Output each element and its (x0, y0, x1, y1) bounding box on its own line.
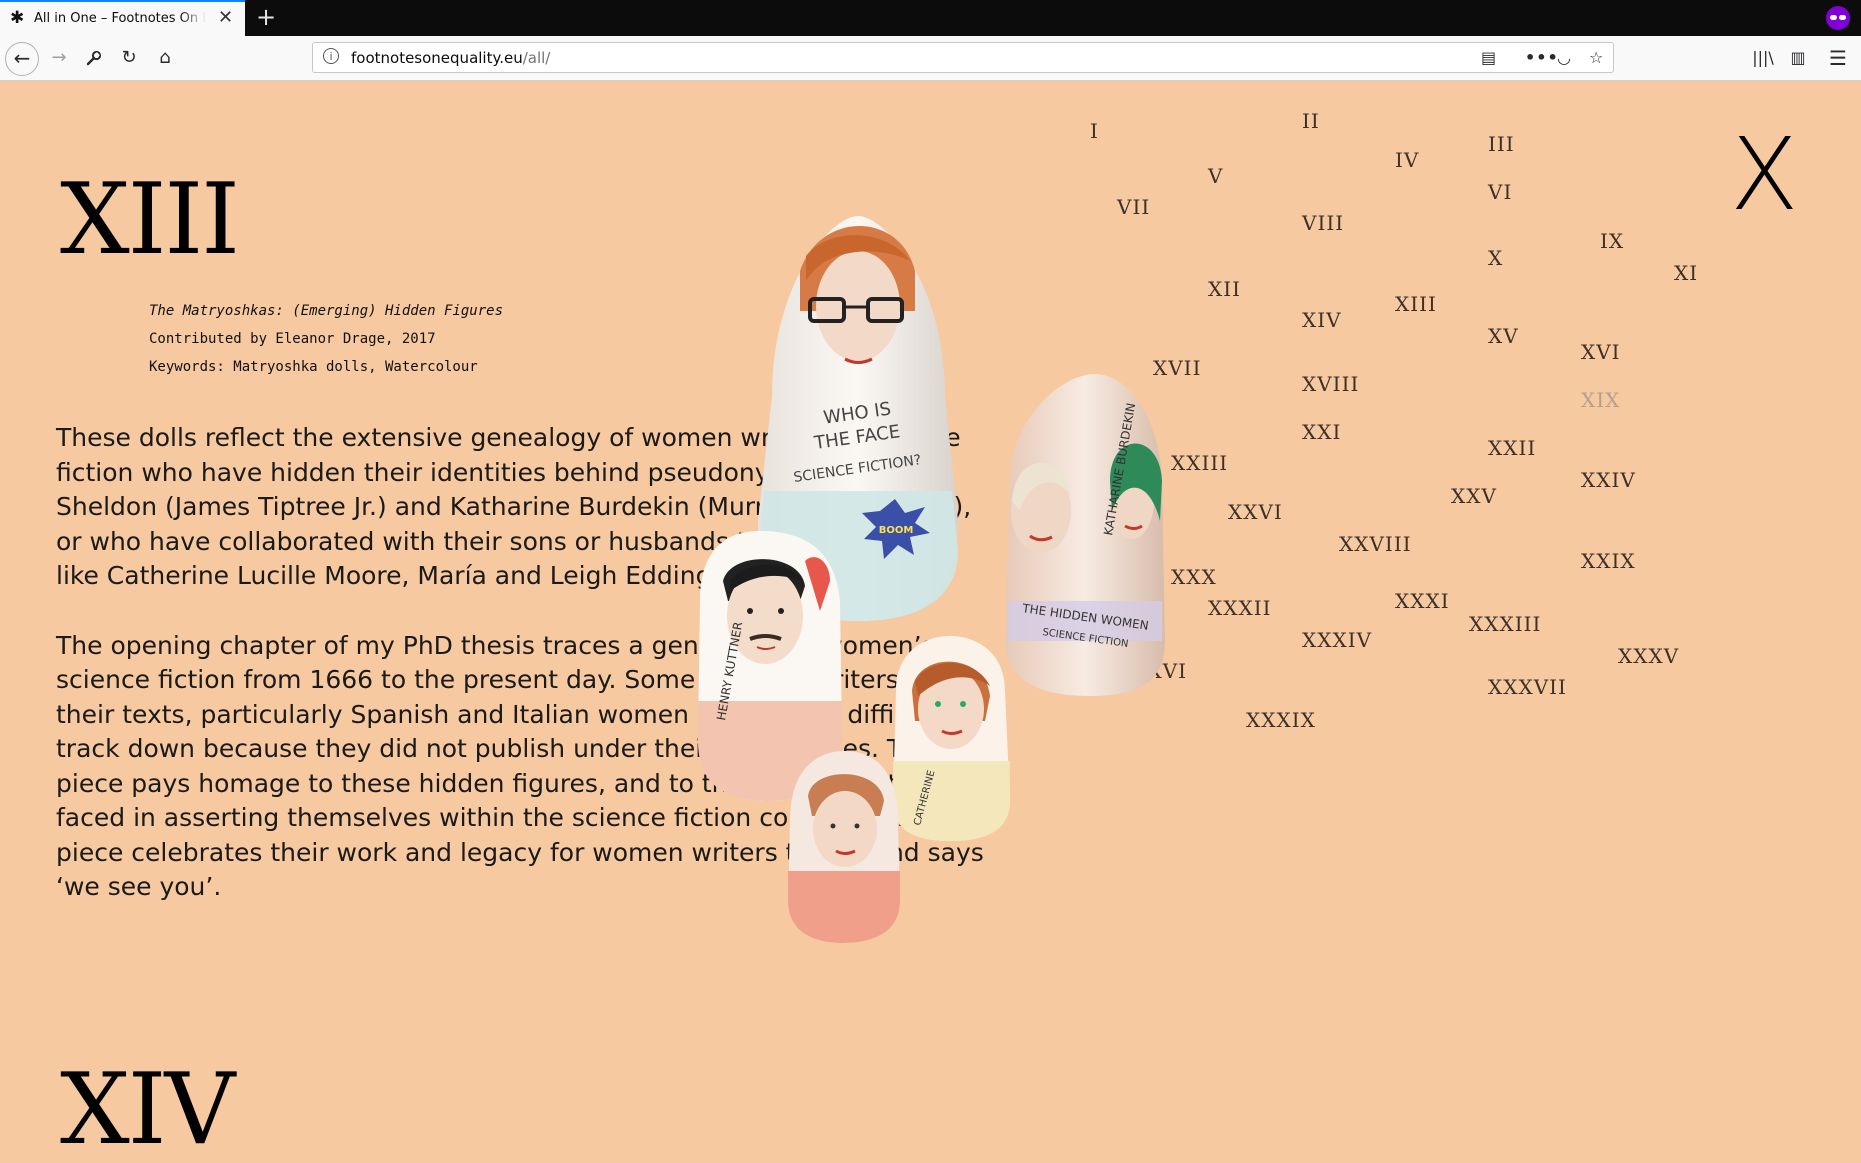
index-link-ii[interactable]: II (1302, 109, 1320, 133)
close-tab-icon[interactable]: ✕ (218, 7, 233, 29)
index-link-vii[interactable]: VII (1117, 195, 1150, 219)
next-entry-numeral-heading: XIV (60, 1053, 235, 1163)
index-link-i[interactable]: I (1090, 119, 1099, 143)
index-link-xxix[interactable]: XXIX (1581, 549, 1636, 573)
index-link-xxiii[interactable]: XXIII (1171, 451, 1228, 475)
index-link-xxvi[interactable]: XXVI (1228, 500, 1283, 524)
index-link-xxxix[interactable]: XXXIX (1246, 708, 1316, 732)
index-link-x[interactable]: X (1488, 246, 1503, 270)
index-link-v[interactable]: V (1208, 164, 1223, 188)
index-link-xiii[interactable]: XIII (1395, 292, 1437, 316)
index-link-xii[interactable]: XII (1208, 277, 1241, 301)
url-host: footnotesonequality.eu (351, 49, 523, 67)
tab-active[interactable]: ✱ All in One – Footnotes On Equality ✕ (0, 0, 245, 36)
tab-title: All in One – Footnotes On Equality (34, 11, 206, 26)
pocket-icon[interactable]: ◡ (1557, 46, 1571, 70)
page-actions-icon[interactable]: ••• (1525, 46, 1559, 70)
url-path: /all/ (522, 49, 551, 67)
index-link-xvi[interactable]: XVI (1581, 340, 1621, 364)
hamburger-menu-icon[interactable]: ☰ (1823, 43, 1853, 73)
wrench-icon[interactable] (79, 43, 109, 73)
index-link-xix[interactable]: XIX (1581, 388, 1620, 412)
index-link-xxxi[interactable]: XXXI (1395, 589, 1450, 613)
index-link-xv[interactable]: XV (1488, 324, 1519, 348)
index-link-iv[interactable]: IV (1395, 148, 1419, 172)
index-link-iii[interactable]: III (1488, 132, 1515, 156)
index-link-xxi[interactable]: XXI (1302, 420, 1341, 444)
index-link-xxxiv[interactable]: XXXIV (1302, 628, 1372, 652)
index-link-xxxiii[interactable]: XXXIII (1469, 612, 1541, 636)
page-content: XIII X The Matryoshkas: (Emerging) Hidde… (0, 81, 1861, 1163)
index-link-xxxv[interactable]: XXXV (1618, 644, 1679, 668)
reader-view-icon[interactable]: ▤ (1481, 46, 1496, 70)
index-link-xxx[interactable]: XXX (1171, 565, 1217, 589)
new-tab-button[interactable]: + (256, 3, 276, 31)
url-text[interactable]: footnotesonequality.eu/all/ (351, 49, 550, 67)
index-link-xxiv[interactable]: XXIV (1581, 468, 1636, 492)
site-favicon-icon: ✱ (10, 8, 25, 28)
forward-button[interactable]: → (44, 43, 74, 73)
index-link-xvii[interactable]: XVII (1153, 356, 1201, 380)
home-button[interactable]: ⌂ (150, 43, 180, 73)
index-link-xxii[interactable]: XXII (1488, 436, 1536, 460)
index-link-xxxvi[interactable]: XXXVI (1117, 659, 1187, 683)
index-link-xviii[interactable]: XVIII (1302, 372, 1359, 396)
address-bar[interactable]: i footnotesonequality.eu/all/ ▤ ••• ◡ ☆ (312, 42, 1614, 73)
index-link-xxviii[interactable]: XXVIII (1339, 532, 1412, 556)
index-link-xiv[interactable]: XIV (1302, 308, 1342, 332)
index-link-ix[interactable]: IX (1600, 229, 1624, 253)
library-icon[interactable]: |||\ (1748, 43, 1778, 73)
index-link-xxxii[interactable]: XXXII (1208, 596, 1272, 620)
private-browsing-icon (1826, 6, 1850, 30)
tab-bar: ✱ All in One – Footnotes On Equality ✕ + (0, 0, 1861, 36)
index-link-vi[interactable]: VI (1488, 180, 1512, 204)
bookmark-star-icon[interactable]: ☆ (1589, 46, 1603, 70)
index-link-xxxvii[interactable]: XXXVII (1488, 675, 1567, 699)
site-info-icon[interactable]: i (323, 48, 339, 64)
navigation-toolbar: ← → ↻ ⌂ i footnotesonequality.eu/all/ ▤ … (0, 36, 1861, 81)
sidebar-icon[interactable]: ▥ (1783, 43, 1813, 73)
entry-index: I II III IV V VI VII VIII IX X XI XII XI… (0, 81, 1861, 1163)
reload-button[interactable]: ↻ (114, 43, 144, 73)
back-button[interactable]: ← (5, 42, 39, 76)
index-link-xi[interactable]: XI (1674, 261, 1698, 285)
index-link-viii[interactable]: VIII (1302, 211, 1344, 235)
index-link-xxv[interactable]: XXV (1451, 484, 1497, 508)
